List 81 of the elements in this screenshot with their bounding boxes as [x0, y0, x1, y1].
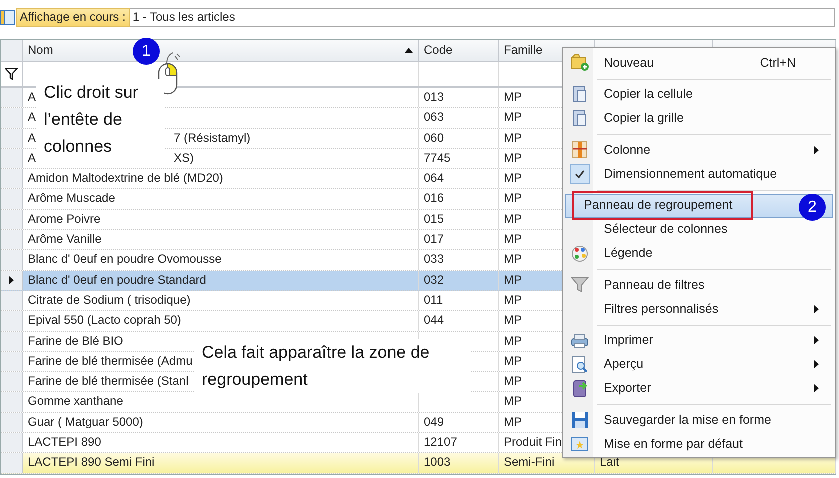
table-cell: MP — [504, 150, 522, 165]
preview-icon — [570, 354, 590, 374]
table-cell-text: 7 (Résistamyl) — [174, 130, 251, 147]
table-cell: MP — [504, 313, 522, 328]
table-cell: Arôme Vanille — [28, 232, 102, 246]
table-row[interactable]: LACTEPI 890 Semi Fini 1003 Semi-Fini Lait — [1, 453, 836, 474]
table-cell: MP — [504, 212, 522, 226]
table-cell: A — [28, 110, 36, 124]
table-cell: A — [28, 90, 36, 104]
table-cell: MP — [504, 374, 522, 388]
row-header[interactable] — [1, 270, 23, 290]
save-icon — [570, 410, 590, 430]
table-cell: Blanc d' 0euf en poudre Ovomousse — [28, 252, 222, 266]
table-cell-text: A — [28, 150, 36, 167]
table-cell: Citrate de Sodium ( trisodique) — [28, 292, 191, 307]
submenu-arrow-icon — [814, 360, 819, 369]
table-cell: Farine de blé thermisée (Admu — [28, 354, 193, 368]
table-cell: MP — [504, 90, 522, 104]
table-cell: 060 — [424, 130, 444, 145]
table-cell: 017 — [424, 232, 444, 246]
palette-icon — [570, 244, 590, 264]
table-cell: MP — [504, 232, 522, 246]
view-label: Affichage en cours : — [16, 8, 130, 27]
filter-icon — [5, 68, 18, 80]
table-cell: Arôme Muscade — [28, 191, 116, 206]
table-cell: Farine de blé thermisée (Stanl — [28, 374, 189, 388]
table-cell: MP — [504, 334, 522, 348]
table-cell: Epival 550 (Lacto coprah 50) — [28, 313, 182, 328]
table-cell: Lait — [600, 455, 620, 470]
table-cell: LACTEPI 890 Semi Fini — [28, 455, 155, 470]
table-cell: 033 — [424, 252, 444, 266]
table-cell: Produit Fin — [504, 435, 562, 450]
submenu-arrow-icon — [814, 304, 819, 314]
column-header[interactable]: Code — [419, 40, 499, 61]
current-row-icon — [9, 276, 14, 285]
table-cell-text: A — [28, 130, 36, 147]
table-cell: 12107 — [424, 435, 458, 450]
table-cell: Amidon Maltodextrine de blé (MD20) — [28, 171, 224, 186]
table-cell: 011 — [424, 292, 444, 307]
table-cell: Arome Poivre — [28, 212, 101, 226]
table-cell: Guar ( Matguar 5000) — [28, 414, 144, 429]
table-cell: 063 — [424, 110, 444, 124]
table-cell: 016 — [424, 191, 444, 206]
table-cell: MP — [504, 191, 522, 206]
table-cell: 044 — [424, 313, 444, 328]
submenu-arrow-icon — [814, 146, 819, 154]
funnel-icon — [570, 275, 590, 295]
table-cell: MP — [504, 171, 522, 186]
callout-text: Cela fait apparaître la zone de regroupement — [194, 339, 470, 393]
table-cell: Farine de Blé BIO — [28, 334, 124, 348]
table-cell: MP — [504, 354, 522, 368]
menu-item[interactable]: Copier la grille — [565, 106, 833, 130]
check-icon — [575, 170, 585, 178]
table-cell: MP — [504, 252, 522, 266]
table-cell-text: XS) — [174, 150, 194, 167]
table-cell: MP — [504, 110, 522, 124]
submenu-arrow-icon — [814, 336, 819, 345]
table-cell: 064 — [424, 171, 444, 186]
menu-item[interactable]: Mise en forme par défaut — [565, 432, 833, 456]
table-cell: Gomme xanthane — [28, 394, 124, 408]
view-icon — [0, 10, 16, 26]
table-cell: MP — [504, 292, 522, 307]
new-folder-icon — [570, 53, 590, 73]
column-icon — [570, 140, 590, 160]
table-cell: MP — [504, 394, 522, 408]
table-cell: MP — [504, 272, 522, 287]
table-cell: LACTEPI 890 — [28, 435, 102, 450]
table-cell: MP — [504, 414, 522, 429]
table-cell: 032 — [424, 272, 444, 287]
table-cell: 015 — [424, 212, 444, 226]
table-cell: 7745 — [424, 150, 451, 165]
checkbox[interactable] — [570, 164, 590, 184]
table-cell: MP — [504, 130, 522, 145]
submenu-arrow-icon — [814, 384, 819, 393]
table-cell: 049 — [424, 414, 444, 429]
table-cell: 013 — [424, 90, 444, 104]
table-cell: 1003 — [424, 455, 451, 470]
table-cell: Blanc d' 0euf en poudre Standard — [28, 272, 206, 287]
view-field[interactable]: 1 - Tous les articles — [130, 8, 835, 27]
table-cell: Semi-Fini — [504, 455, 555, 470]
menu-item[interactable]: Aperçu — [565, 352, 833, 376]
